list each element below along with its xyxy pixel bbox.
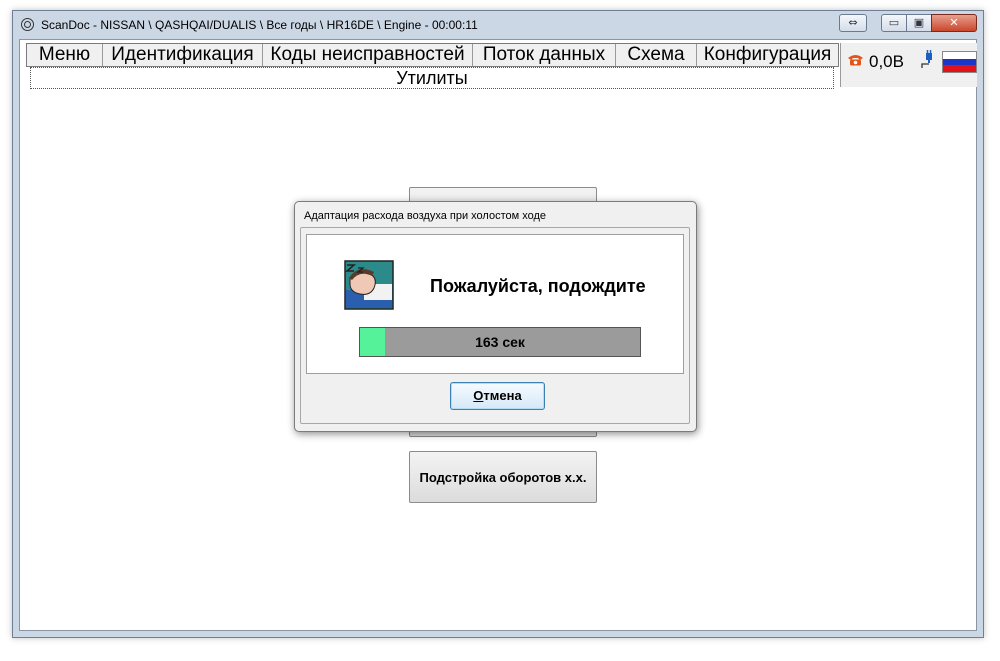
menu-item-identification[interactable]: Идентификация	[103, 44, 263, 66]
menu-item-scheme[interactable]: Схема	[616, 44, 697, 66]
russian-flag-icon[interactable]	[942, 51, 977, 73]
menu-item-configuration[interactable]: Конфигурация	[697, 44, 838, 66]
cancel-hotkey-letter: О	[473, 388, 484, 403]
minimize-button[interactable]: ▭	[881, 14, 907, 32]
wait-message: Пожалуйста, подождите	[430, 276, 646, 296]
maximize-button[interactable]: ▣	[906, 14, 932, 32]
idle-speed-adjust-button[interactable]: Подстройка оборотов х.х.	[409, 451, 597, 503]
tab-utilities[interactable]: Утилиты	[30, 67, 834, 89]
main-menu-bar: Меню Идентификация Коды неисправностей П…	[26, 43, 839, 67]
countdown-progress-bar: 163 сек	[359, 327, 641, 357]
status-panel: 0,0В	[840, 43, 977, 87]
sleeping-person-icon	[344, 260, 394, 310]
app-icon	[21, 18, 34, 31]
voltage-readout: 0,0В	[869, 52, 904, 71]
menu-item-menu[interactable]: Меню	[27, 44, 103, 66]
title-bar[interactable]: ScanDoc - NISSAN \ QASHQAI/DUALIS \ Все …	[13, 11, 983, 39]
plug-icon	[921, 50, 932, 68]
dialog-content: Пожалуйста, подождите 163 сек	[306, 234, 684, 374]
menu-item-data-stream[interactable]: Поток данных	[473, 44, 616, 66]
progress-label: 163 сек	[475, 334, 525, 350]
close-button[interactable]: ✕	[931, 14, 977, 32]
resize-arrows-button[interactable]: ⇔	[839, 14, 867, 32]
cancel-button[interactable]: Отмена	[450, 382, 545, 410]
menu-item-fault-codes[interactable]: Коды неисправностей	[263, 44, 473, 66]
phone-icon	[848, 55, 863, 66]
air-flow-adaptation-dialog: Адаптация расхода воздуха при холостом х…	[294, 201, 697, 432]
dialog-title: Адаптация расхода воздуха при холостом х…	[304, 210, 547, 222]
cancel-label: тмена	[483, 388, 522, 403]
window-title: ScanDoc - NISSAN \ QASHQAI/DUALIS \ Все …	[41, 18, 478, 32]
